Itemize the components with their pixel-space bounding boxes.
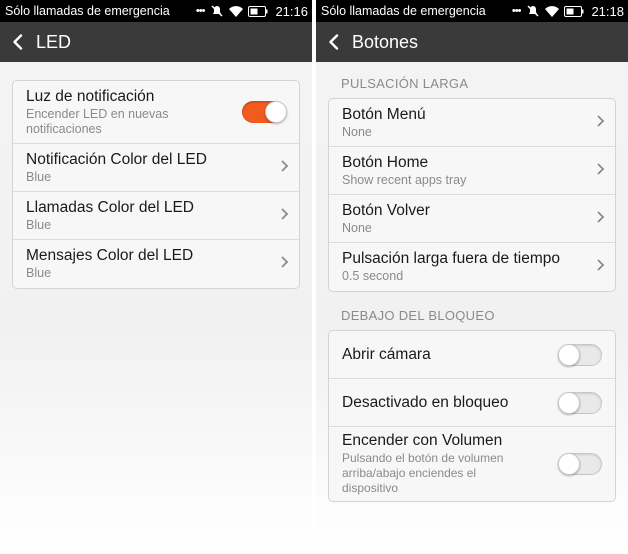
battery-icon	[564, 5, 584, 17]
chevron-right-icon	[597, 210, 605, 228]
chevron-right-icon	[281, 159, 289, 177]
setting-title: Botón Home	[342, 153, 429, 171]
setting-row-open-camera[interactable]: Abrir cámara	[329, 331, 615, 379]
setting-value: None	[342, 220, 372, 235]
setting-value: 0.5 second	[342, 269, 404, 283]
clock: 21:18	[591, 3, 624, 19]
notification-dots-icon: •••	[195, 5, 206, 17]
setting-title: Mensajes Color del LED	[26, 247, 194, 264]
chevron-right-icon	[597, 258, 605, 276]
chevron-right-icon	[281, 207, 289, 225]
setting-subtitle: Pulsando el botón de volumen arriba/abaj…	[342, 451, 504, 495]
chevron-right-icon	[597, 162, 605, 180]
setting-row-messages-color[interactable]: Mensajes Color del LED Blue	[13, 240, 299, 288]
status-bar: Sólo llamadas de emergencia ••• 21:16	[0, 0, 312, 22]
buttons-settings-screen: Sólo llamadas de emergencia ••• 21:18 Bo…	[316, 0, 628, 554]
toggle-knob	[558, 453, 580, 475]
setting-row-disabled-on-lock[interactable]: Desactivado en bloqueo	[329, 379, 615, 427]
action-bar: Botones	[316, 22, 628, 62]
muted-notification-icon	[210, 4, 224, 18]
setting-row-notification-color[interactable]: Notificación Color del LED Blue	[13, 144, 299, 192]
disabled-on-lock-toggle[interactable]	[558, 391, 602, 414]
action-bar: LED	[0, 22, 312, 62]
setting-title: Botón Volver	[342, 201, 430, 219]
setting-value: Blue	[26, 169, 52, 184]
chevron-right-icon	[281, 255, 289, 273]
clock: 21:16	[275, 3, 308, 19]
notification-light-toggle[interactable]	[242, 101, 287, 123]
chevron-right-icon	[597, 114, 605, 132]
setting-title: Abrir cámara	[342, 345, 431, 363]
lockscreen-group: Abrir cámara Desactivado en bloqueo Ence…	[328, 330, 616, 502]
notification-dots-icon: •••	[511, 5, 522, 17]
muted-notification-icon	[526, 4, 540, 18]
setting-value: Show recent apps tray	[342, 172, 467, 187]
setting-row-menu-button[interactable]: Botón Menú None	[329, 99, 615, 147]
section-header-long-press: PULSACIÓN LARGA	[341, 75, 469, 91]
carrier-text: Sólo llamadas de emergencia	[5, 4, 170, 18]
led-settings-group: Luz de notificación Encender LED en nuev…	[12, 80, 300, 289]
setting-title: Pulsación larga fuera de tiempo	[342, 250, 560, 267]
toggle-knob	[265, 101, 287, 123]
setting-title: Luz de notificación	[26, 87, 155, 105]
setting-row-back-button[interactable]: Botón Volver None	[329, 195, 615, 243]
setting-title: Desactivado en bloqueo	[342, 393, 509, 411]
setting-title: Botón Menú	[342, 105, 426, 123]
wifi-icon	[228, 5, 244, 18]
led-settings-screen: Sólo llamadas de emergencia ••• 21:16 LE…	[0, 0, 312, 554]
setting-title: Llamadas Color del LED	[26, 198, 195, 216]
wifi-icon	[544, 5, 560, 18]
page-title: Botones	[352, 31, 419, 52]
setting-row-long-press-timeout[interactable]: Pulsación larga fuera de tiempo 0.5 seco…	[329, 243, 615, 291]
setting-row-calls-color[interactable]: Llamadas Color del LED Blue	[13, 192, 299, 240]
section-header-lockscreen: DEBAJO DEL BLOQUEO	[341, 307, 495, 323]
open-camera-toggle[interactable]	[558, 343, 602, 366]
setting-row-notification-light[interactable]: Luz de notificación Encender LED en nuev…	[13, 81, 299, 144]
setting-value: None	[342, 124, 372, 139]
carrier-text: Sólo llamadas de emergencia	[321, 4, 486, 18]
back-arrow-icon[interactable]	[2, 22, 34, 62]
setting-title: Encender con Volumen	[342, 432, 503, 449]
toggle-knob	[558, 391, 580, 414]
battery-icon	[248, 5, 268, 17]
status-bar: Sólo llamadas de emergencia ••• 21:18	[316, 0, 628, 22]
setting-title: Notificación Color del LED	[26, 150, 207, 168]
long-press-group: Botón Menú None Botón Home Show recent a…	[328, 98, 616, 292]
back-arrow-icon[interactable]	[318, 22, 350, 62]
setting-value: Blue	[26, 266, 52, 280]
volume-wake-toggle[interactable]	[558, 453, 602, 475]
setting-value: Blue	[26, 217, 52, 232]
setting-row-home-button[interactable]: Botón Home Show recent apps tray	[329, 147, 615, 195]
setting-row-volume-wake[interactable]: Encender con Volumen Pulsando el botón d…	[329, 427, 615, 501]
toggle-knob	[558, 343, 580, 366]
page-title: LED	[36, 31, 72, 52]
